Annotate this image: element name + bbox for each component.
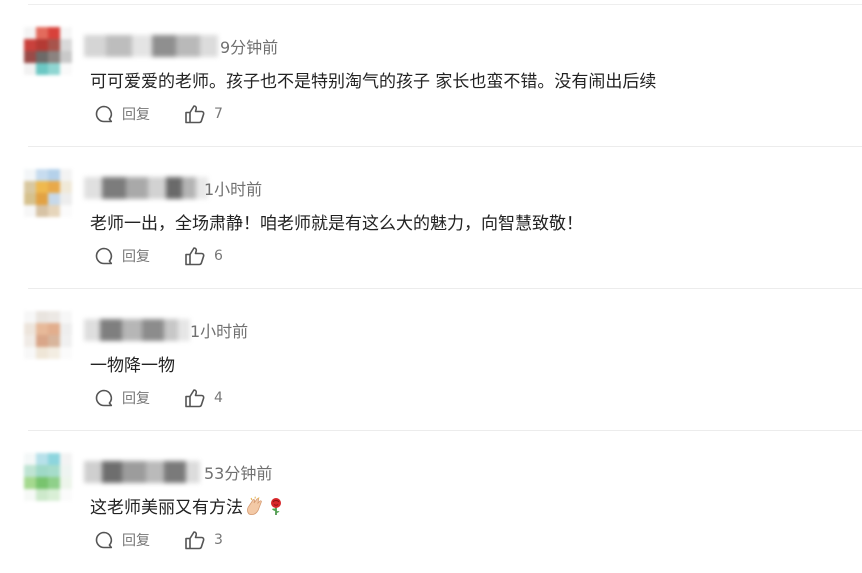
comment-time: 1小时前 bbox=[190, 322, 249, 341]
reply-button[interactable]: 回复 bbox=[94, 104, 150, 124]
like-button[interactable]: 3 bbox=[184, 530, 223, 550]
reply-label: 回复 bbox=[122, 249, 150, 265]
avatar[interactable] bbox=[24, 27, 72, 75]
avatar[interactable] bbox=[24, 311, 72, 359]
comment-actions: 回复 4 bbox=[94, 387, 223, 409]
thumbs-up-icon bbox=[185, 531, 205, 550]
clapping-hands-icon bbox=[247, 496, 262, 515]
rose-icon bbox=[271, 497, 281, 515]
comment-text: 一物降一物 bbox=[90, 356, 175, 376]
reply-label: 回复 bbox=[122, 391, 150, 407]
comment-time: 53分钟前 bbox=[204, 464, 273, 483]
comment-time: 1小时前 bbox=[204, 180, 263, 199]
comment-bubble-icon bbox=[95, 531, 113, 549]
avatar[interactable] bbox=[24, 169, 72, 217]
reply-button[interactable]: 回复 bbox=[94, 388, 150, 408]
username-blurred[interactable] bbox=[84, 35, 218, 57]
thumbs-up-icon bbox=[185, 389, 205, 408]
reply-button[interactable]: 回复 bbox=[94, 246, 150, 266]
like-count: 7 bbox=[214, 106, 223, 122]
rose-emoji bbox=[267, 496, 285, 521]
comment-text: 这老师美丽又有方法 bbox=[90, 493, 285, 521]
comment-item: 53分钟前 这老师美丽又有方法 回复 3 bbox=[0, 431, 862, 573]
comment-time: 9分钟前 bbox=[220, 38, 279, 57]
comment-item: 1小时前 老师一出，全场肃静！咱老师就是有这么大的魅力，向智慧致敬！ 回复 6 bbox=[0, 147, 862, 289]
username-blurred[interactable] bbox=[84, 319, 190, 341]
thumbs-up-icon bbox=[185, 247, 205, 266]
comment-actions: 回复 3 bbox=[94, 529, 223, 551]
comment-bubble-icon bbox=[95, 389, 113, 407]
like-button[interactable]: 7 bbox=[184, 104, 223, 124]
like-count: 3 bbox=[214, 532, 223, 548]
like-button[interactable]: 6 bbox=[184, 246, 223, 266]
reply-label: 回复 bbox=[122, 533, 150, 549]
comment-actions: 回复 7 bbox=[94, 103, 223, 125]
like-count: 4 bbox=[214, 390, 223, 406]
like-button[interactable]: 4 bbox=[184, 388, 223, 408]
comment-bubble-icon bbox=[95, 105, 113, 123]
comment-text: 可可爱爱的老师。孩子也不是特别淘气的孩子 家长也蛮不错。没有闹出后续 bbox=[90, 72, 657, 92]
avatar[interactable] bbox=[24, 453, 72, 501]
reply-button[interactable]: 回复 bbox=[94, 530, 150, 550]
thumbs-up-icon bbox=[185, 105, 205, 124]
comment-text-content: 这老师美丽又有方法 bbox=[90, 498, 243, 518]
reply-label: 回复 bbox=[122, 107, 150, 123]
clapping-hands-emoji bbox=[245, 496, 265, 521]
like-count: 6 bbox=[214, 248, 223, 264]
comment-actions: 回复 6 bbox=[94, 245, 223, 267]
comment-item: 1小时前 一物降一物 回复 4 bbox=[0, 289, 862, 431]
username-blurred[interactable] bbox=[84, 461, 200, 483]
comment-bubble-icon bbox=[95, 247, 113, 265]
comment-item: 9分钟前 可可爱爱的老师。孩子也不是特别淘气的孩子 家长也蛮不错。没有闹出后续 … bbox=[0, 5, 862, 147]
username-blurred[interactable] bbox=[84, 177, 208, 199]
comment-text: 老师一出，全场肃静！咱老师就是有这么大的魅力，向智慧致敬！ bbox=[90, 214, 583, 234]
